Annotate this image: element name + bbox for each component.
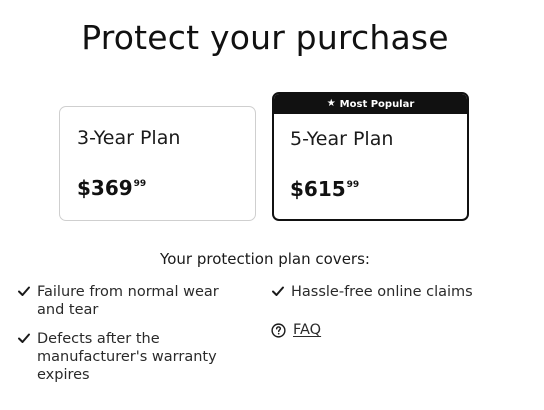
star-icon: ★ — [326, 98, 336, 109]
check-icon — [18, 286, 30, 296]
coverage-item-label: Hassle-free online claims — [291, 284, 473, 300]
plan-price: $36999 — [77, 176, 146, 200]
price-main: $615 — [290, 177, 346, 201]
coverage-item-label: Defects after the manufacturer's warrant… — [37, 331, 217, 383]
price-cents: 99 — [133, 179, 147, 189]
badge-label: Most Popular — [339, 98, 415, 110]
plan-card-3-year[interactable]: 3-Year Plan $36999 — [59, 106, 256, 221]
faq-link[interactable]: FAQ — [271, 322, 321, 338]
question-circle-icon — [271, 322, 286, 338]
coverage-item: Defects after the manufacturer's warrant… — [17, 330, 242, 384]
page-title: Protect your purchase — [81, 18, 449, 57]
check-icon — [18, 333, 30, 343]
faq-label[interactable]: FAQ — [293, 322, 321, 338]
check-icon — [272, 286, 284, 296]
coverage-item: Failure from normal wear and tear — [17, 283, 242, 319]
price-cents: 99 — [346, 180, 360, 190]
plan-name: 3-Year Plan — [77, 127, 181, 149]
price-main: $369 — [77, 176, 133, 200]
coverage-item-label: Failure from normal wear and tear — [37, 284, 219, 318]
coverage-title: Your protection plan covers: — [160, 250, 370, 268]
plan-card-5-year[interactable]: ★ Most Popular 5-Year Plan $61599 — [272, 92, 469, 221]
most-popular-badge: ★ Most Popular — [274, 94, 467, 114]
plan-price: $61599 — [290, 177, 359, 201]
coverage-item: Hassle-free online claims — [271, 283, 511, 301]
plan-name: 5-Year Plan — [290, 128, 394, 150]
